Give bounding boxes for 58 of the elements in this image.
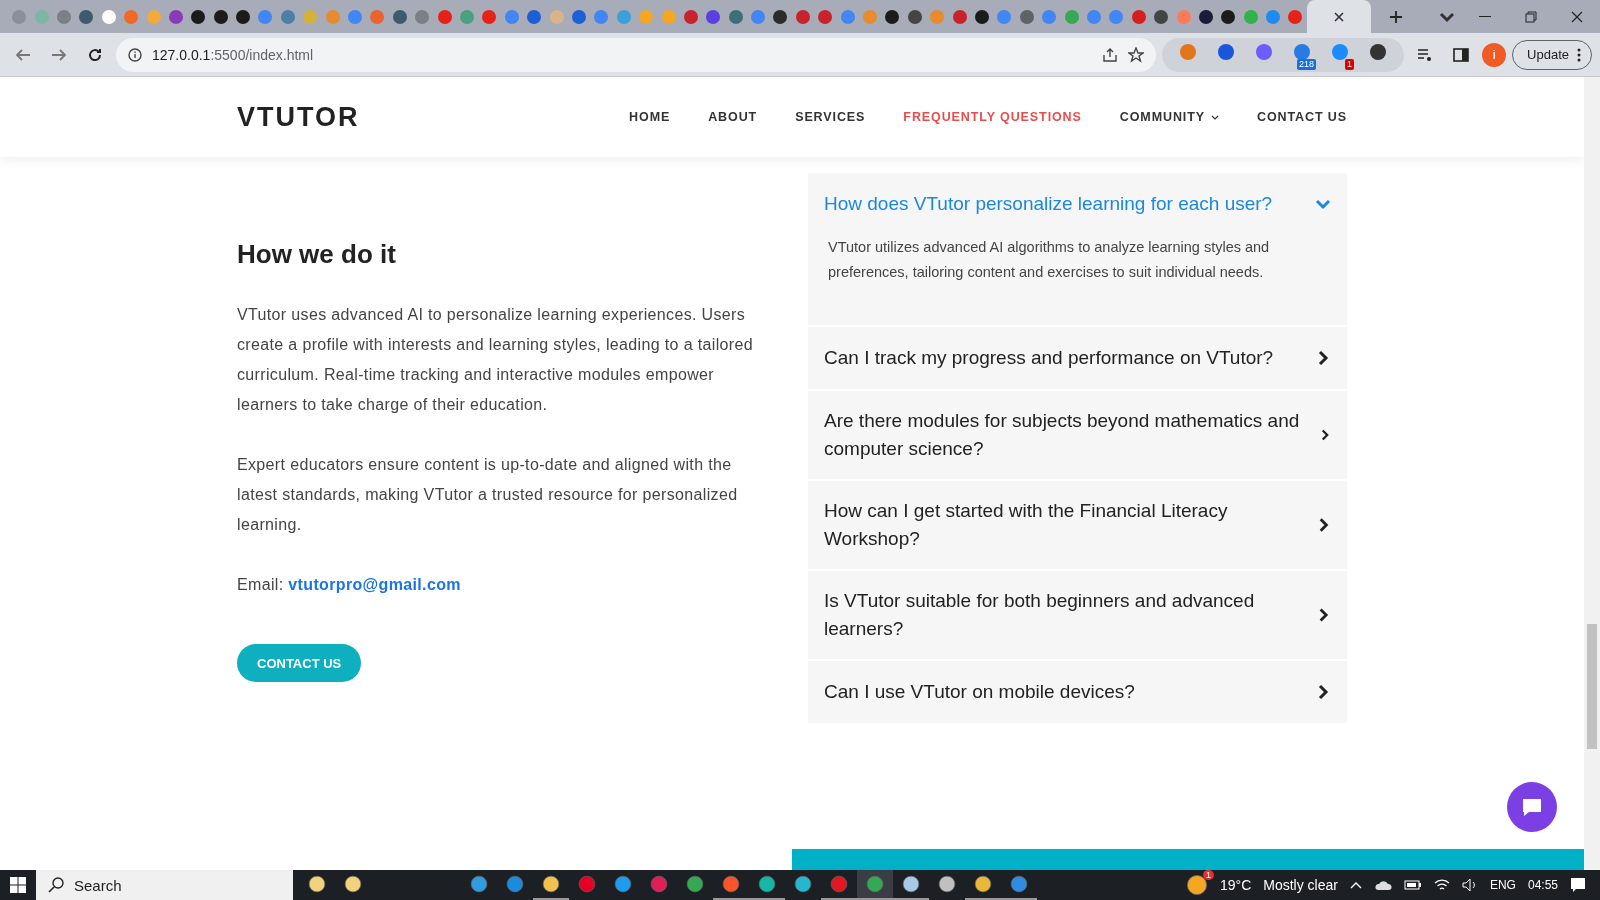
- notification-icon[interactable]: [1570, 877, 1586, 893]
- cloud-icon[interactable]: [1373, 879, 1392, 891]
- wifi-icon[interactable]: [1433, 878, 1450, 892]
- chat-button[interactable]: [1507, 782, 1557, 832]
- plus-icon: [1388, 9, 1403, 24]
- nav-link[interactable]: ABOUT: [708, 110, 758, 124]
- close-icon: [1332, 10, 1345, 23]
- language-indicator[interactable]: ENG: [1489, 878, 1516, 892]
- faq-question[interactable]: How can I get started with the Financial Literacy Workshop?: [824, 497, 1300, 553]
- faq-question[interactable]: Are there modules for subjects beyond mathematics and computer science?: [824, 407, 1304, 463]
- speaker-icon[interactable]: [1461, 878, 1478, 892]
- chat-icon: [1521, 797, 1543, 817]
- minimize-icon: [1479, 15, 1491, 18]
- scrollbar[interactable]: [1584, 77, 1600, 870]
- extension-badge: 218: [1297, 58, 1317, 70]
- faq-question[interactable]: Can I use VTutor on mobile devices?: [824, 678, 1135, 706]
- taskbar-search-field[interactable]: Search: [36, 870, 293, 900]
- nav-link[interactable]: SERVICES: [795, 110, 866, 124]
- share-icon[interactable]: [1102, 46, 1119, 63]
- forward-arrow-icon: [51, 46, 67, 63]
- section-heading: How we do it: [237, 239, 397, 270]
- address-bar[interactable]: 127.0.0.1:5500/index.html: [116, 37, 1157, 72]
- extension-button[interactable]: 218: [1288, 39, 1317, 70]
- reload-icon: [87, 46, 103, 63]
- nav-link[interactable]: HOME: [629, 110, 671, 124]
- weather-icon: [1186, 874, 1208, 896]
- email-line: Email: vtutorpro@gmail.com: [237, 575, 462, 595]
- nav-link[interactable]: FREQUENTLY QUESTIONS: [903, 110, 1082, 124]
- windows-icon: [10, 877, 26, 893]
- faq-answer: VTutor utilizes advanced AI algorithms to analyze learning styles and preferences, tailoring content and exercises to suit individual needs.: [828, 238, 1271, 282]
- more-icon: [1577, 47, 1581, 62]
- caret-up-icon[interactable]: [1349, 881, 1362, 889]
- weather-condition: Mostly clear: [1263, 877, 1338, 893]
- info-icon: [128, 47, 142, 62]
- extension-badge: 1: [1345, 58, 1355, 70]
- url-text: 127.0.0.1:5500/index.html: [152, 46, 314, 63]
- site-logo[interactable]: VTUTOR: [237, 101, 360, 133]
- weather-badge: 1: [1202, 870, 1214, 880]
- search-icon: [48, 877, 64, 893]
- side-panel-icon: [1453, 46, 1470, 63]
- clock[interactable]: 04:55: [1527, 878, 1558, 892]
- faq-question[interactable]: Is VTutor suitable for both beginners and advanced learners?: [824, 587, 1301, 643]
- paragraph: Expert educators ensure content is up-to-date and aligned with the latest standards, making VTutor a trusted resource for personalized learning.: [237, 455, 739, 535]
- chevron-right-icon: [1319, 427, 1331, 443]
- paragraph: VTutor uses advanced AI to personalize learning experiences. Users create a profile with interests and learning styles, leading to a tailored curriculum. Real-time tracking and interactive modules empower learners to take charge of their education.: [237, 305, 754, 415]
- playlist-icon: [1417, 46, 1434, 63]
- temperature: 19°C: [1220, 877, 1252, 893]
- nav-link[interactable]: COMMUNITY: [1119, 110, 1219, 124]
- extension-button[interactable]: 1: [1326, 39, 1355, 70]
- nav-link[interactable]: CONTACT US: [1257, 110, 1347, 124]
- back-arrow-icon: [15, 46, 31, 63]
- battery-icon[interactable]: [1403, 879, 1422, 891]
- faq-question[interactable]: Can I track my progress and performance on VTutor?: [824, 344, 1274, 372]
- email-link[interactable]: vtutorpro@gmail.com: [288, 576, 461, 593]
- restore-icon: [1525, 10, 1537, 23]
- scroll-thumb[interactable]: [1587, 624, 1597, 749]
- star-icon[interactable]: [1128, 46, 1145, 63]
- close-icon: [1571, 10, 1583, 23]
